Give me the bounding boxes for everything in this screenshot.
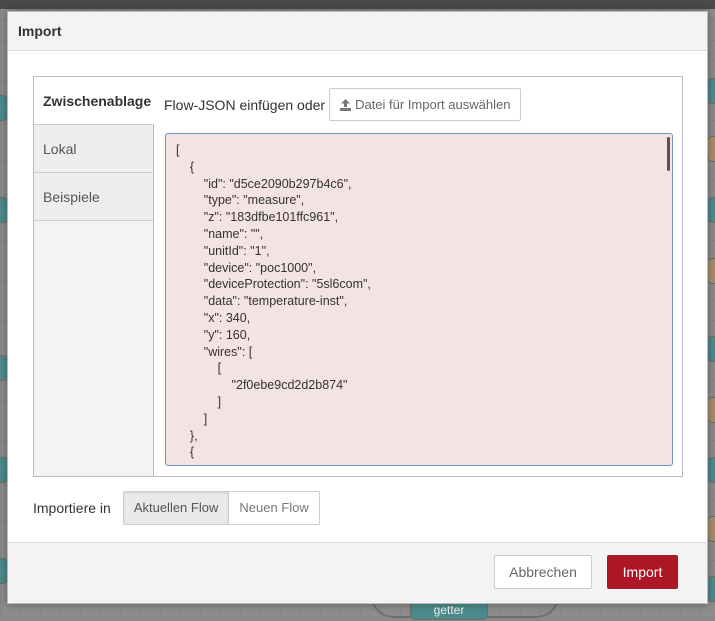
background-node — [707, 336, 715, 362]
background-node — [707, 197, 715, 223]
background-node — [707, 397, 715, 423]
tab-local[interactable]: Lokal — [34, 125, 153, 173]
flow-json-text: [ { "id": "d5ce2090b297b4c6", "type": "m… — [176, 143, 371, 460]
textarea-scrollbar[interactable] — [667, 137, 670, 171]
import-panel: Zwischenablage Lokal Beispiele Flow-JSON… — [33, 76, 683, 477]
background-node — [707, 516, 715, 542]
dialog-title: Import — [8, 12, 707, 51]
background-node — [707, 576, 715, 602]
dialog-footer: Abbrechen Import — [8, 542, 707, 603]
import-button[interactable]: Import — [607, 555, 678, 589]
header-bar — [0, 0, 715, 9]
import-dialog: Import Zwischenablage Lokal Beispiele Fl… — [7, 11, 708, 604]
select-file-button-label: Datei für Import auswählen — [355, 97, 511, 112]
select-file-button[interactable]: Datei für Import auswählen — [329, 88, 522, 121]
dialog-body: Zwischenablage Lokal Beispiele Flow-JSON… — [8, 51, 707, 543]
current-flow-option[interactable]: Aktuellen Flow — [122, 491, 230, 525]
paste-label: Flow-JSON einfügen oder — [164, 96, 326, 113]
background-node — [707, 136, 715, 162]
flow-json-textarea[interactable]: [ { "id": "d5ce2090b297b4c6", "type": "m… — [165, 133, 673, 466]
import-source-tabs: Zwischenablage Lokal Beispiele — [34, 77, 154, 476]
new-flow-option[interactable]: Neuen Flow — [229, 491, 320, 525]
upload-icon — [340, 98, 352, 111]
import-into-row: Importiere in Aktuellen Flow Neuen Flow — [33, 491, 320, 525]
tab-clipboard[interactable]: Zwischenablage — [34, 77, 154, 125]
import-into-label: Importiere in — [33, 500, 111, 516]
clipboard-tab-content: Flow-JSON einfügen oder Datei für Import… — [155, 77, 682, 476]
tab-examples[interactable]: Beispiele — [34, 173, 153, 221]
background-node — [707, 78, 715, 104]
background-node — [707, 258, 715, 284]
background-node — [707, 457, 715, 483]
paste-row: Flow-JSON einfügen oder Datei für Import… — [164, 88, 522, 121]
cancel-button[interactable]: Abbrechen — [494, 555, 592, 589]
